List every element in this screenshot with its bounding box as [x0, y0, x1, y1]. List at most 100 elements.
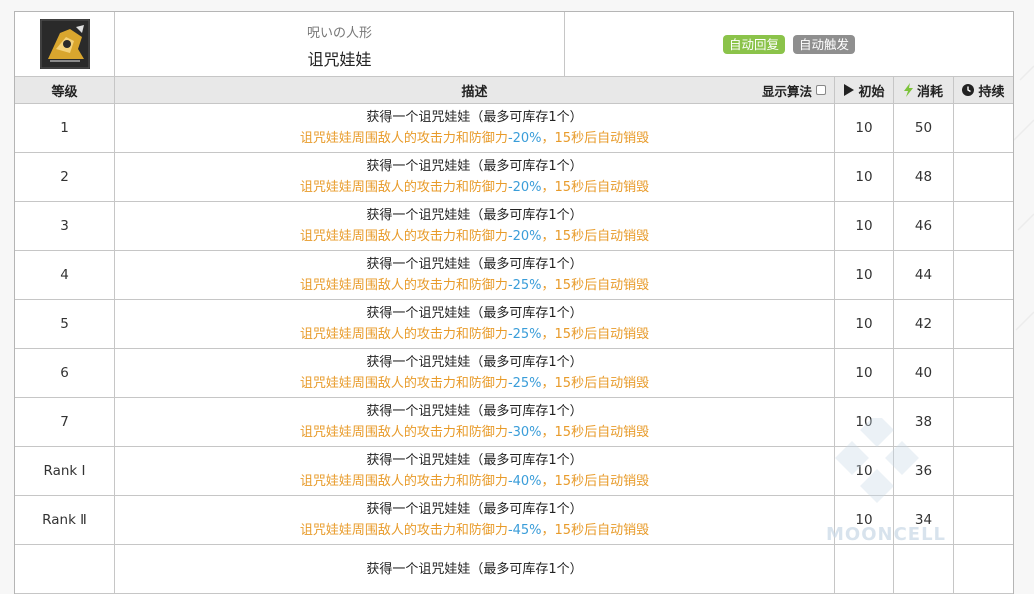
- row-desc-effect: 诅咒娃娃周围敌人的攻击力和防御力: [299, 131, 508, 146]
- row-description: 获得一个诅咒娃娃（最多可库存1个）: [115, 545, 835, 593]
- table-row: Rank Ⅰ 获得一个诅咒娃娃（最多可库存1个） 诅咒娃娃周围敌人的攻击力和防御力-…: [15, 447, 1013, 496]
- skill-header: 呪いの人形 诅咒娃娃 自动回复 自动触发: [15, 12, 1013, 77]
- tag-auto-trigger: 自动触发: [793, 34, 856, 54]
- row-level: 2: [15, 153, 115, 201]
- row-desc-percent: -25%: [507, 278, 542, 293]
- row-desc-duration: ，15秒后自动销毁: [541, 523, 650, 538]
- row-desc-duration: ，15秒后自动销毁: [541, 180, 650, 195]
- row-desc-effect: 诅咒娃娃周围敌人的攻击力和防御力: [299, 327, 508, 342]
- col-init-header: 初始: [835, 77, 894, 103]
- row-sp-cost: 42: [894, 300, 954, 348]
- row-desc-line1: 获得一个诅咒娃娃（最多可库存1个）: [366, 561, 583, 577]
- cursed-doll-icon: [39, 19, 90, 69]
- table-row: 6 获得一个诅咒娃娃（最多可库存1个） 诅咒娃娃周围敌人的攻击力和防御力-25%，1…: [15, 349, 1013, 398]
- row-description: 获得一个诅咒娃娃（最多可库存1个） 诅咒娃娃周围敌人的攻击力和防御力-20%，15…: [115, 104, 835, 152]
- col-init-label: 初始: [858, 84, 885, 100]
- row-level: Rank Ⅰ: [15, 447, 115, 495]
- row-desc-line2: 诅咒娃娃周围敌人的攻击力和防御力-25%，15秒后自动销毁: [300, 324, 649, 345]
- row-description: 获得一个诅咒娃娃（最多可库存1个） 诅咒娃娃周围敌人的攻击力和防御力-45%，15…: [115, 496, 835, 544]
- row-desc-effect: 诅咒娃娃周围敌人的攻击力和防御力: [299, 425, 508, 440]
- table-body: 1 获得一个诅咒娃娃（最多可库存1个） 诅咒娃娃周围敌人的攻击力和防御力-20%，1…: [15, 104, 1013, 594]
- row-duration: [954, 202, 1013, 250]
- row-duration: [954, 300, 1013, 348]
- row-duration: [954, 496, 1013, 544]
- row-desc-duration: ，15秒后自动销毁: [541, 425, 650, 440]
- row-desc-effect: 诅咒娃娃周围敌人的攻击力和防御力: [299, 180, 508, 195]
- row-desc-percent: -20%: [507, 180, 542, 195]
- row-desc-line1: 获得一个诅咒娃娃（最多可库存1个）: [366, 502, 583, 517]
- row-sp-cost: 44: [894, 251, 954, 299]
- row-desc-duration: ，15秒后自动销毁: [541, 278, 650, 293]
- row-desc-duration: ，15秒后自动销毁: [541, 229, 650, 244]
- row-desc-percent: -20%: [507, 229, 542, 244]
- row-initial-sp: [835, 545, 894, 593]
- row-duration: [954, 447, 1013, 495]
- row-desc-line2: 诅咒娃娃周围敌人的攻击力和防御力-25%，15秒后自动销毁: [300, 275, 649, 296]
- row-desc-percent: -30%: [507, 425, 542, 440]
- play-icon: [844, 84, 855, 96]
- row-duration: [954, 545, 1013, 593]
- table-row: 获得一个诅咒娃娃（最多可库存1个）: [15, 545, 1013, 594]
- row-initial-sp: 10: [835, 153, 894, 201]
- row-level: Rank Ⅱ: [15, 496, 115, 544]
- row-sp-cost: 50: [894, 104, 954, 152]
- row-desc-duration: ，15秒后自动销毁: [541, 474, 650, 489]
- col-dur-header: 持续: [954, 77, 1013, 103]
- table-row: 3 获得一个诅咒娃娃（最多可库存1个） 诅咒娃娃周围敌人的攻击力和防御力-20%，1…: [15, 202, 1013, 251]
- col-desc-label: 描述: [461, 84, 488, 100]
- row-level: [15, 545, 115, 593]
- row-desc-percent: -40%: [507, 474, 542, 489]
- table-row: 1 获得一个诅咒娃娃（最多可库存1个） 诅咒娃娃周围敌人的攻击力和防御力-20%，1…: [15, 104, 1013, 153]
- table-row: 2 获得一个诅咒娃娃（最多可库存1个） 诅咒娃娃周围敌人的攻击力和防御力-20%，1…: [15, 153, 1013, 202]
- row-duration: [954, 398, 1013, 446]
- row-sp-cost: 36: [894, 447, 954, 495]
- table-row: 7 获得一个诅咒娃娃（最多可库存1个） 诅咒娃娃周围敌人的攻击力和防御力-30%，1…: [15, 398, 1013, 447]
- col-cost-label: 消耗: [916, 84, 943, 100]
- row-initial-sp: 10: [835, 447, 894, 495]
- row-desc-line1: 获得一个诅咒娃娃（最多可库存1个）: [366, 355, 583, 370]
- skill-name-cn: 诅咒娃娃: [307, 50, 372, 69]
- row-sp-cost: 40: [894, 349, 954, 397]
- row-desc-line1: 获得一个诅咒娃娃（最多可库存1个）: [366, 208, 583, 223]
- row-desc-effect: 诅咒娃娃周围敌人的攻击力和防御力: [299, 523, 508, 538]
- row-sp-cost: [894, 545, 954, 593]
- row-description: 获得一个诅咒娃娃（最多可库存1个） 诅咒娃娃周围敌人的攻击力和防御力-20%，15…: [115, 153, 835, 201]
- row-level: 6: [15, 349, 115, 397]
- table-row: 4 获得一个诅咒娃娃（最多可库存1个） 诅咒娃娃周围敌人的攻击力和防御力-25%，1…: [15, 251, 1013, 300]
- row-initial-sp: 10: [835, 398, 894, 446]
- col-cost-header: 消耗: [894, 77, 954, 103]
- lightning-icon: [903, 83, 913, 97]
- row-desc-line1: 获得一个诅咒娃娃（最多可库存1个）: [366, 404, 583, 419]
- row-level: 3: [15, 202, 115, 250]
- clock-icon: [962, 84, 975, 96]
- row-desc-line2: 诅咒娃娃周围敌人的攻击力和防御力-25%，15秒后自动销毁: [300, 373, 649, 394]
- row-desc-line2: 诅咒娃娃周围敌人的攻击力和防御力-20%，15秒后自动销毁: [300, 177, 649, 198]
- row-desc-line1: 获得一个诅咒娃娃（最多可库存1个）: [366, 257, 583, 272]
- row-initial-sp: 10: [835, 496, 894, 544]
- skill-icon-cell: [15, 12, 115, 76]
- tag-auto-recovery: 自动回复: [722, 34, 785, 54]
- row-initial-sp: 10: [835, 104, 894, 152]
- row-duration: [954, 153, 1013, 201]
- row-level: 5: [15, 300, 115, 348]
- show-algorithm-toggle[interactable]: 显示算法: [762, 77, 826, 103]
- row-desc-line2: 诅咒娃娃周围敌人的攻击力和防御力-20%，15秒后自动销毁: [300, 226, 649, 247]
- row-desc-line2: 诅咒娃娃周围敌人的攻击力和防御力-40%，15秒后自动销毁: [300, 471, 649, 492]
- skill-name-jp: 呪いの人形: [306, 26, 372, 41]
- row-duration: [954, 104, 1013, 152]
- row-desc-duration: ，15秒后自动销毁: [541, 131, 650, 146]
- row-description: 获得一个诅咒娃娃（最多可库存1个） 诅咒娃娃周围敌人的攻击力和防御力-20%，15…: [115, 202, 835, 250]
- row-description: 获得一个诅咒娃娃（最多可库存1个） 诅咒娃娃周围敌人的攻击力和防御力-25%，15…: [115, 349, 835, 397]
- table-row: Rank Ⅱ 获得一个诅咒娃娃（最多可库存1个） 诅咒娃娃周围敌人的攻击力和防御力-…: [15, 496, 1013, 545]
- row-description: 获得一个诅咒娃娃（最多可库存1个） 诅咒娃娃周围敌人的攻击力和防御力-30%，15…: [115, 398, 835, 446]
- row-description: 获得一个诅咒娃娃（最多可库存1个） 诅咒娃娃周围敌人的攻击力和防御力-25%，15…: [115, 251, 835, 299]
- row-sp-cost: 46: [894, 202, 954, 250]
- skill-name-cell: 呪いの人形 诅咒娃娃: [115, 12, 565, 76]
- show-algorithm-checkbox[interactable]: [816, 85, 826, 95]
- row-initial-sp: 10: [835, 349, 894, 397]
- row-desc-duration: ，15秒后自动销毁: [541, 327, 650, 342]
- row-level: 1: [15, 104, 115, 152]
- row-desc-percent: -25%: [507, 327, 542, 342]
- table-row: 5 获得一个诅咒娃娃（最多可库存1个） 诅咒娃娃周围敌人的攻击力和防御力-25%，1…: [15, 300, 1013, 349]
- row-sp-cost: 48: [894, 153, 954, 201]
